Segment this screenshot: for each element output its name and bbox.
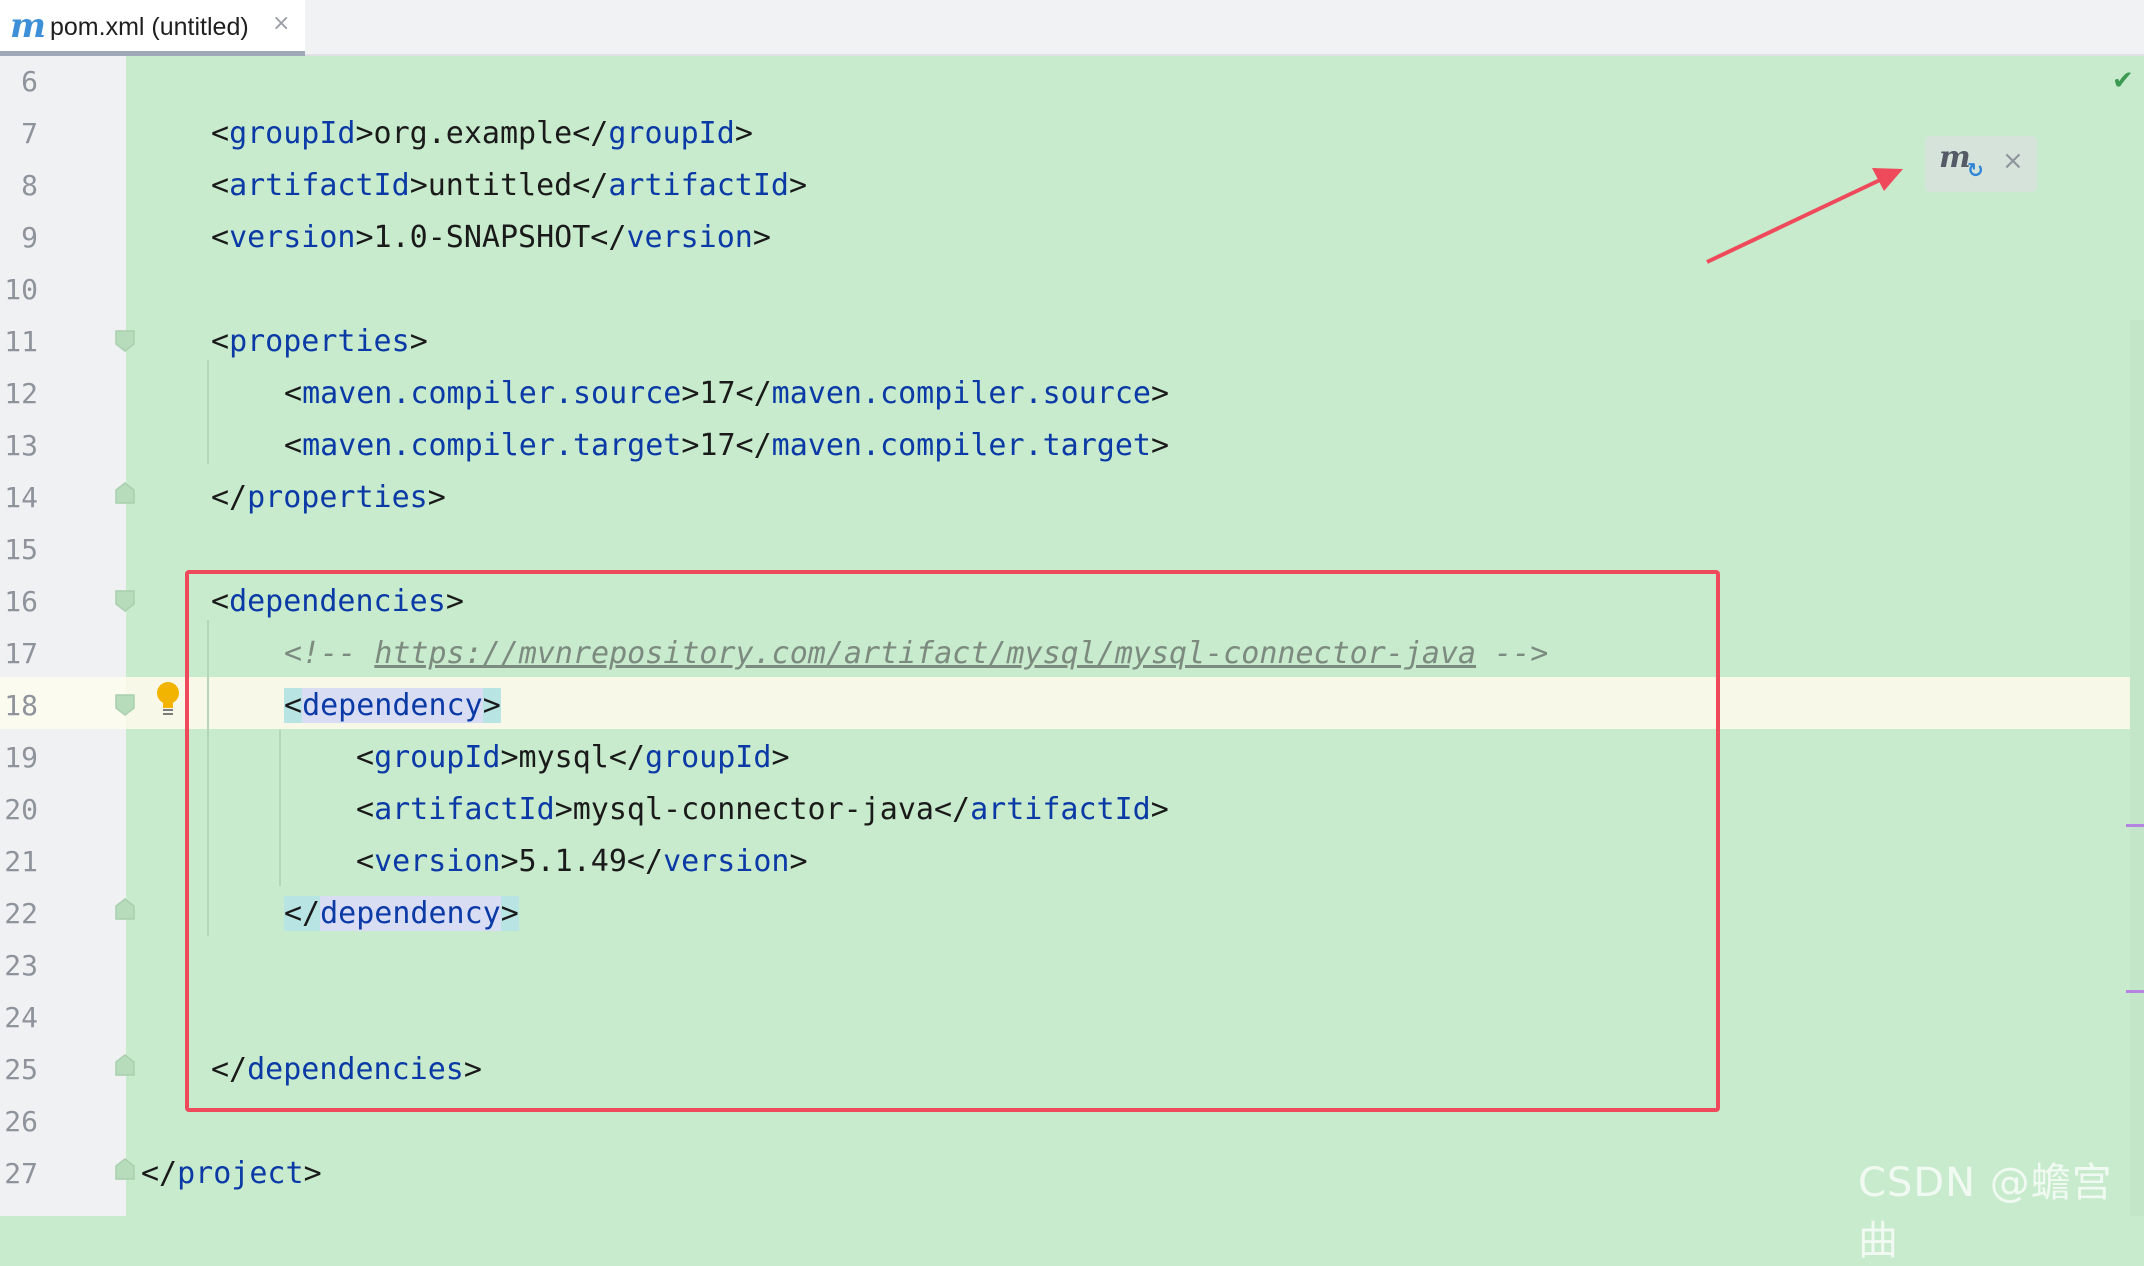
xml-tag: properties [229,324,410,359]
line-number: 19 [4,741,38,774]
line-number: 13 [4,429,38,462]
xml-tag: maven.compiler.target [771,428,1151,463]
line-number: 16 [4,585,38,618]
line-number: 25 [4,1053,38,1086]
scrollbar-marker[interactable] [2126,990,2144,993]
line-number: 24 [4,1001,38,1034]
code-line[interactable]: </project> [141,1148,322,1200]
line-number: 11 [4,325,38,358]
xml-tag: project [177,1156,304,1191]
xml-tag: groupId [229,116,356,151]
xml-tag: maven.compiler.source [302,376,682,411]
xml-tag: maven.compiler.target [302,428,682,463]
line-number: 12 [4,377,38,410]
code-line[interactable]: <artifactId>untitled</artifactId> [211,160,807,212]
line-number: 21 [4,845,38,878]
xml-tag: maven.compiler.source [771,376,1151,411]
xml-tag: version [229,220,356,255]
xml-tag: groupId [608,116,735,151]
editor-tab-bar: m pom.xml (untitled) × [0,0,2144,56]
line-number: 20 [4,793,38,826]
close-icon[interactable]: × [2002,146,2024,176]
line-number: 6 [21,65,38,98]
line-number: 7 [21,117,38,150]
fold-marker-icon[interactable] [115,694,135,716]
xml-tag: artifactId [229,168,410,203]
scrollbar-track[interactable] [2130,320,2144,1216]
line-number: 8 [21,169,38,202]
line-number: 14 [4,481,38,514]
fold-marker-icon[interactable] [115,1158,135,1180]
xml-tag: properties [247,480,428,515]
line-number: 15 [4,533,38,566]
line-number: 10 [4,273,38,306]
code-line[interactable]: <version>1.0-SNAPSHOT</version> [211,212,771,264]
code-line[interactable]: <maven.compiler.source>17</maven.compile… [284,368,1169,420]
line-number: 26 [4,1105,38,1138]
line-number: 18 [4,689,38,722]
line-number: 22 [4,897,38,930]
line-number: 23 [4,949,38,982]
tab-pom-xml[interactable]: m pom.xml (untitled) × [0,0,305,56]
lightbulb-icon[interactable] [155,681,181,719]
code-line[interactable]: <groupId>org.example</groupId> [211,108,753,160]
close-icon[interactable]: × [272,11,290,36]
reload-icon[interactable]: ↻ [1967,158,1984,182]
inspection-ok-icon[interactable]: ✔ [2112,66,2134,96]
watermark: CSDN @蟾宫曲 [1858,1160,2113,1264]
code-line[interactable]: <maven.compiler.target>17</maven.compile… [284,420,1169,472]
fold-marker-icon[interactable] [115,590,135,612]
xml-tag: version [626,220,753,255]
maven-reload-popup[interactable]: m ↻ × [1925,136,2037,192]
line-number: 17 [4,637,38,670]
fold-marker-icon[interactable] [115,898,135,920]
maven-m-icon: m [1939,140,1971,175]
annotation-highlight-box [185,570,1720,1112]
xml-tag: artifactId [608,168,789,203]
tab-title: pom.xml (untitled) [50,13,249,41]
indent-guide [207,360,209,464]
line-number: 9 [21,221,38,254]
fold-marker-icon[interactable] [115,330,135,352]
code-line[interactable]: </properties> [211,472,446,524]
scrollbar-marker[interactable] [2126,824,2144,827]
code-line[interactable]: <properties> [211,316,428,368]
line-number: 27 [4,1157,38,1190]
maven-m-icon: m [10,6,46,46]
fold-marker-icon[interactable] [115,1054,135,1076]
fold-marker-icon[interactable] [115,482,135,504]
